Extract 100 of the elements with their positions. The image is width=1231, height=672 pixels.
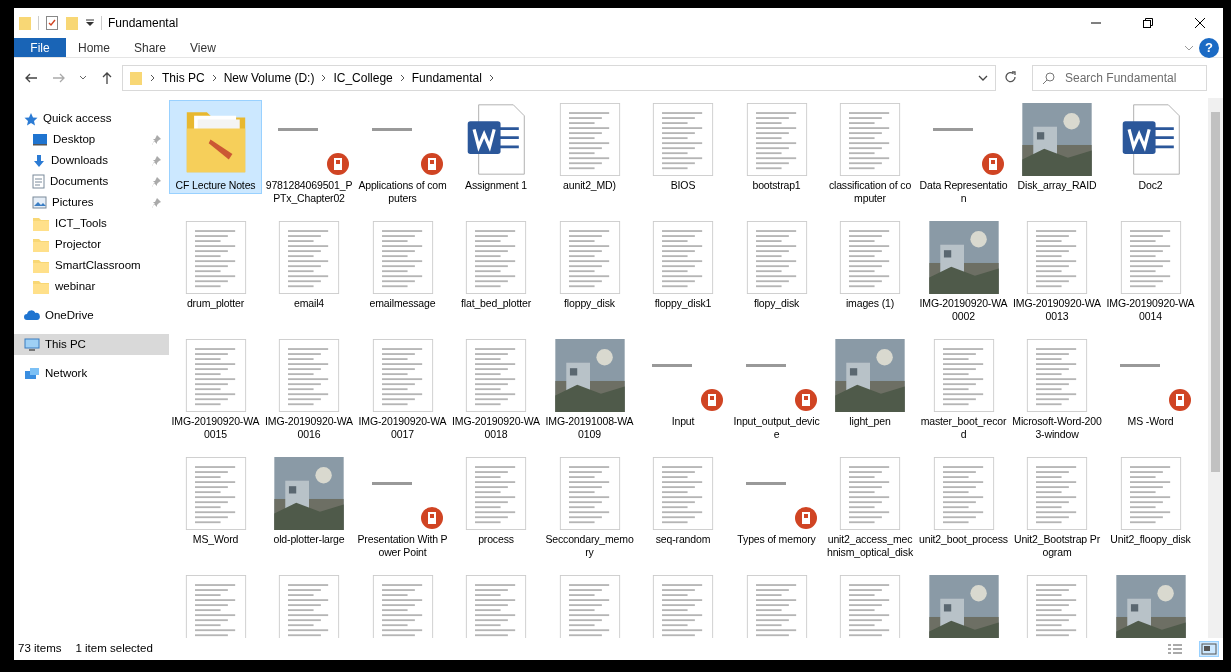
file-name: IMG-20190920-WA0018 — [451, 415, 541, 441]
desktop-icon — [32, 133, 48, 146]
sidebar-item[interactable]: Pictures — [14, 192, 169, 213]
file-item[interactable]: unit2_boot_process — [917, 454, 1010, 548]
sidebar-item[interactable]: Projector — [14, 234, 169, 255]
breadcrumb-link[interactable]: Fundamental — [411, 69, 482, 87]
document-thumbnail — [463, 575, 529, 638]
file-item[interactable]: IMG-20190920-WA0017 — [356, 336, 449, 443]
file-name: MS -Word — [1126, 415, 1175, 428]
back-icon[interactable] — [24, 71, 39, 85]
file-item[interactable]: Presentation With Power Point — [356, 454, 449, 561]
file-item[interactable]: aunit2_MD) — [543, 100, 636, 194]
file-name: drum_plotter — [185, 297, 246, 310]
scrollbar[interactable] — [1208, 98, 1223, 638]
file-item[interactable]: Doc2 — [1104, 100, 1197, 194]
folder-icon — [32, 215, 50, 232]
file-name: emailmessage — [368, 297, 437, 310]
properties-icon[interactable] — [45, 15, 59, 31]
network-icon — [24, 366, 40, 381]
file-item[interactable]: Input — [636, 336, 730, 430]
sidebar-item[interactable]: Downloads — [14, 150, 169, 171]
pin-icon — [152, 134, 161, 145]
file-item[interactable]: Unit2_Bootstrap Program — [1010, 454, 1104, 561]
file-item[interactable]: MS -Word — [1104, 336, 1197, 430]
file-name: unit2_access_mechnism_optical_disk — [826, 533, 914, 559]
file-item[interactable]: Unit2_floopy_disk — [1104, 454, 1197, 548]
file-item[interactable]: Types of memory — [730, 454, 823, 548]
folder-icon — [32, 236, 50, 253]
file-item[interactable]: IMG-20191008-WA0109 — [543, 336, 636, 443]
search-field[interactable]: Search Fundamental — [1032, 65, 1207, 91]
file-item[interactable]: process — [449, 454, 543, 548]
ribbon-tab[interactable]: Share — [122, 38, 179, 57]
close-icon[interactable] — [1194, 17, 1206, 29]
file-name: classification of computer — [827, 179, 913, 205]
file-item[interactable]: Assignment 1 — [449, 100, 543, 194]
file-item[interactable]: seq-random — [636, 454, 730, 548]
sidebar-item[interactable]: SmartClassroom — [14, 255, 169, 276]
file-item[interactable]: images (1) — [823, 218, 917, 312]
file-item[interactable]: MS_Word — [169, 454, 262, 548]
file-item[interactable]: floppy_disk — [543, 218, 636, 312]
file-item[interactable]: IMG-20190920-WA0013 — [1010, 218, 1104, 325]
file-menu-tab[interactable]: File — [14, 38, 66, 57]
sidebar-item[interactable]: ICT_Tools — [14, 213, 169, 234]
ribbon-tab[interactable]: Home — [66, 38, 122, 57]
file-item[interactable]: CF Lecture Notes — [169, 100, 262, 194]
file-item[interactable]: IMG-20190920-WA0016 — [262, 336, 356, 443]
file-item[interactable]: 9781284069501_PPTx_Chapter02 — [262, 100, 356, 207]
dropdown-icon[interactable] — [977, 73, 989, 83]
chevron-icon[interactable] — [487, 73, 495, 83]
file-item[interactable]: flat_bed_plotter — [449, 218, 543, 312]
file-item[interactable]: IMG-20190920-WA0018 — [449, 336, 543, 443]
file-item[interactable]: IMG-20190920-WA0015 — [169, 336, 262, 443]
file-item[interactable]: Data Representation — [917, 100, 1010, 207]
file-item[interactable]: unit2_access_mechnism_optical_disk — [823, 454, 917, 561]
file-name: Unit2_floopy_disk — [1109, 533, 1192, 546]
file-name: IMG-20190920-WA0014 — [1105, 297, 1196, 323]
file-name: Disk_array_RAID — [1016, 179, 1098, 192]
file-item[interactable]: IMG-20190920-WA0002 — [917, 218, 1010, 325]
file-item[interactable]: flopy_disk — [730, 218, 823, 312]
sidebar-item[interactable]: Documents — [14, 171, 169, 192]
up-icon[interactable] — [100, 71, 114, 85]
sidebar-item[interactable]: webinar — [14, 276, 169, 297]
file-item[interactable]: Disk_array_RAID — [1010, 100, 1104, 194]
file-item[interactable]: bootstrap1 — [730, 100, 823, 194]
breadcrumb-link[interactable]: This PC — [162, 69, 205, 87]
pin-icon — [152, 176, 161, 187]
file-item[interactable]: Applications of computers — [356, 100, 449, 207]
file-item[interactable]: master_boot_record — [917, 336, 1010, 443]
breadcrumb-link[interactable]: New Volume (D:) — [223, 69, 315, 87]
file-item[interactable]: light_pen — [823, 336, 917, 430]
file-item[interactable]: classification of computer — [823, 100, 917, 207]
help-button[interactable]: ? — [1199, 38, 1219, 58]
address-bar[interactable]: This PC New Volume (D:) IC_College Fundamental — [122, 65, 996, 91]
file-name: light_pen — [848, 415, 892, 428]
file-item[interactable]: IMG-20190920-WA0014 — [1104, 218, 1197, 325]
file-item[interactable]: emailmessage — [356, 218, 449, 312]
file-item[interactable]: Input_output_device — [730, 336, 823, 443]
chevron-icon[interactable] — [320, 73, 328, 83]
file-item[interactable]: email4 — [262, 218, 356, 312]
sidebar-item[interactable]: This PC — [14, 334, 169, 355]
chevron-icon[interactable] — [398, 73, 406, 83]
sidebar-item[interactable]: OneDrive — [14, 305, 169, 326]
chevron-icon[interactable] — [210, 73, 218, 83]
file-item[interactable]: old-plotter-large — [262, 454, 356, 548]
file-item[interactable]: floppy_disk1 — [636, 218, 730, 312]
sidebar-item[interactable]: Quick access — [14, 108, 169, 129]
dropdown-icon[interactable] — [85, 18, 95, 28]
file-item[interactable]: drum_plotter — [169, 218, 262, 312]
sidebar-item[interactable]: Network — [14, 363, 169, 384]
ribbon-tab[interactable]: View — [178, 38, 228, 57]
file-item[interactable]: BIOS — [636, 100, 730, 194]
file-item[interactable]: Seccondary_memory — [543, 454, 636, 561]
restore-icon[interactable] — [1142, 17, 1154, 29]
breadcrumb-link[interactable]: IC_College — [333, 69, 393, 87]
refresh-icon[interactable] — [1004, 71, 1018, 85]
file-name: IMG-20191008-WA0109 — [544, 415, 635, 441]
chevron-icon[interactable] — [149, 73, 156, 83]
sidebar-item[interactable]: Desktop — [14, 129, 169, 150]
file-item[interactable]: Microsoft-Word-2003-window — [1010, 336, 1104, 443]
file-name: flat_bed_plotter — [460, 297, 532, 310]
